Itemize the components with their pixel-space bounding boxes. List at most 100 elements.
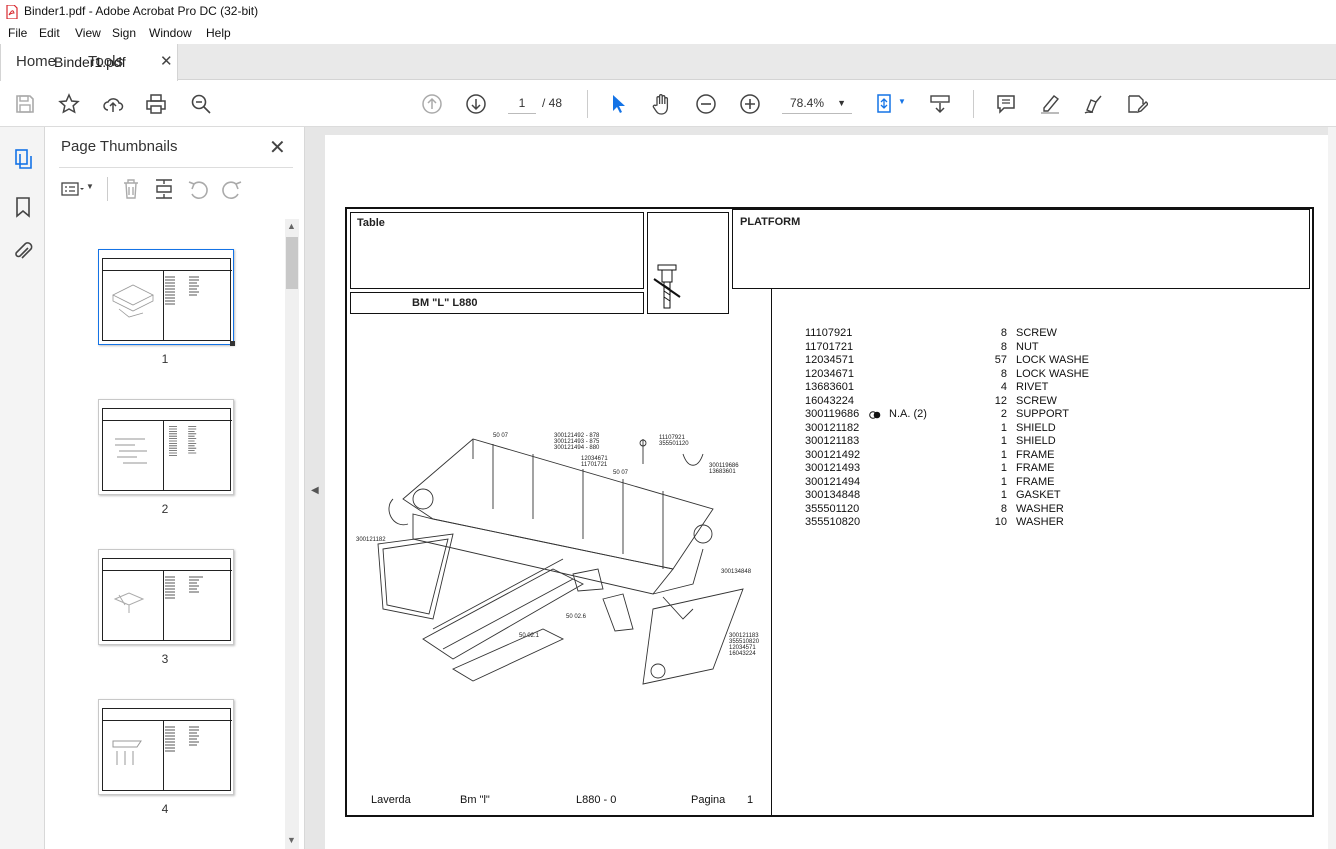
footer-model: Bm "l" — [460, 794, 490, 806]
toolbar: / 48 78.4% ▼ ▼ — [0, 81, 1336, 127]
parts-table-frame: Table BM "L" L880 PLATFORM 300121492 - 8… — [345, 207, 1314, 817]
part-qty: 1 — [1000, 462, 1007, 474]
part-number: 300121182 — [805, 421, 860, 434]
part-number: 355501120 — [805, 502, 860, 515]
document-scrollbar[interactable] — [1328, 127, 1336, 849]
menu-window[interactable]: Window — [149, 26, 192, 40]
part-description: SHIELD — [1016, 435, 1056, 447]
toolbar-divider — [973, 90, 974, 118]
thumbnail-page-4[interactable] — [98, 699, 234, 795]
not-available-marker-icon — [869, 411, 881, 419]
footer-brand: Laverda — [371, 794, 411, 806]
hand-tool-icon[interactable] — [649, 91, 675, 117]
callout-label: 300121182 — [356, 537, 386, 543]
save-icon[interactable] — [12, 91, 38, 117]
part-description: NUT — [1016, 340, 1039, 353]
part-qty: 1 — [1000, 489, 1007, 501]
zoom-dropdown[interactable]: 78.4% ▼ — [782, 92, 852, 114]
thumbnail-page-1[interactable] — [98, 249, 235, 346]
thumbnail-options-icon[interactable] — [60, 177, 84, 201]
bookmark-icon[interactable] — [11, 195, 35, 219]
thumbnail-page-number: 1 — [161, 352, 169, 366]
zoom-in-icon[interactable] — [737, 91, 763, 117]
previous-page-icon[interactable] — [419, 91, 445, 117]
zoom-out-icon[interactable] — [693, 91, 719, 117]
reference-label: 50 07 — [493, 433, 509, 439]
part-qty: 1 — [1000, 475, 1007, 488]
scroll-mode-icon[interactable] — [927, 91, 953, 117]
thumbnail-page-number: 4 — [161, 802, 169, 816]
delete-icon[interactable] — [119, 177, 143, 201]
part-qty: 8 — [1000, 367, 1007, 380]
tab-home[interactable]: Home — [16, 44, 56, 80]
zoom-search-icon[interactable] — [188, 91, 214, 117]
cloud-upload-icon[interactable] — [100, 91, 126, 117]
callout-label: 300121494 - 880 — [554, 445, 600, 451]
tab-document-label: Binder1.pdf — [54, 54, 126, 70]
part-qty: 10 — [994, 516, 1007, 528]
menu-bar: File Edit View Sign Window Help — [0, 24, 1336, 44]
part-number: 300121183 — [805, 435, 860, 447]
page-number-input[interactable] — [508, 92, 536, 114]
part-number: 16043224 — [805, 394, 854, 407]
part-qty: 1 — [1000, 421, 1007, 434]
thumbnail-page-3[interactable] — [98, 549, 234, 645]
panel-divider — [59, 167, 293, 168]
part-qty: 8 — [1000, 340, 1007, 353]
footer-page-label: Pagina — [691, 794, 726, 806]
callout-label: 355501120 — [659, 441, 689, 447]
part-qty: 4 — [1000, 381, 1007, 393]
select-cursor-icon[interactable] — [605, 91, 631, 117]
part-description: SUPPORT — [1016, 408, 1069, 420]
table-label: Table — [357, 217, 385, 229]
title-bar: Binder1.pdf - Adobe Acrobat Pro DC (32-b… — [0, 0, 1336, 24]
print-icon[interactable] — [143, 91, 169, 117]
replace-pages-icon[interactable] — [152, 177, 176, 201]
draw-sign-icon[interactable] — [1081, 91, 1107, 117]
acrobat-app-icon — [6, 5, 18, 19]
platform-header-box: PLATFORM — [732, 209, 1310, 289]
footer-page-number: 1 — [747, 794, 754, 806]
close-tab-icon[interactable]: ✕ — [160, 52, 173, 70]
model-label: BM "L" L880 — [412, 297, 478, 309]
menu-help[interactable]: Help — [206, 26, 231, 40]
fit-page-icon[interactable] — [872, 91, 898, 117]
close-icon[interactable]: ✕ — [269, 135, 286, 160]
fit-menu-caret-icon[interactable]: ▼ — [898, 97, 906, 106]
toolbar-divider — [587, 90, 588, 118]
thumbnail-preview — [102, 558, 232, 641]
part-number: 12034571 — [805, 354, 854, 366]
rotate-right-icon[interactable] — [220, 177, 244, 201]
menu-view[interactable]: View — [75, 26, 101, 40]
page-thumbnails-icon[interactable] — [11, 147, 35, 171]
table-header-box: Table — [350, 212, 644, 289]
callout-label: 11701721 — [581, 462, 608, 468]
part-number: 355510820 — [805, 516, 861, 528]
highlight-pen-icon[interactable] — [1037, 91, 1063, 117]
thumbnail-scrollbar[interactable]: ▲ ▼ — [285, 219, 299, 849]
scrollbar-thumb[interactable] — [286, 237, 298, 289]
menu-edit[interactable]: Edit — [39, 26, 60, 40]
collapse-left-icon: ◀ — [311, 485, 319, 496]
attachment-icon[interactable] — [11, 240, 35, 264]
not-available-symbol — [653, 264, 681, 309]
panel-title: Page Thumbnails — [61, 138, 178, 155]
part-number: 13683601 — [805, 381, 854, 393]
part-number: 11701721 — [805, 340, 854, 353]
scroll-up-icon[interactable]: ▲ — [287, 221, 296, 231]
reference-label: 50 02.1 — [519, 633, 540, 639]
comment-icon[interactable] — [993, 91, 1019, 117]
thumbnail-page-2[interactable] — [98, 399, 234, 495]
star-icon[interactable] — [56, 91, 82, 117]
reference-label: 50 02.6 — [566, 614, 587, 620]
edit-pdf-icon[interactable] — [1124, 91, 1150, 117]
scroll-down-icon[interactable]: ▼ — [287, 835, 296, 845]
rotate-left-icon[interactable] — [186, 177, 210, 201]
menu-file[interactable]: File — [8, 26, 27, 40]
zoom-value: 78.4% — [790, 96, 825, 110]
chevron-down-icon[interactable]: ▼ — [86, 182, 94, 191]
next-page-icon[interactable] — [463, 91, 489, 117]
panel-toolbar-divider — [107, 177, 108, 201]
panel-collapse-handle[interactable]: ◀ — [305, 127, 325, 849]
menu-sign[interactable]: Sign — [112, 26, 136, 40]
